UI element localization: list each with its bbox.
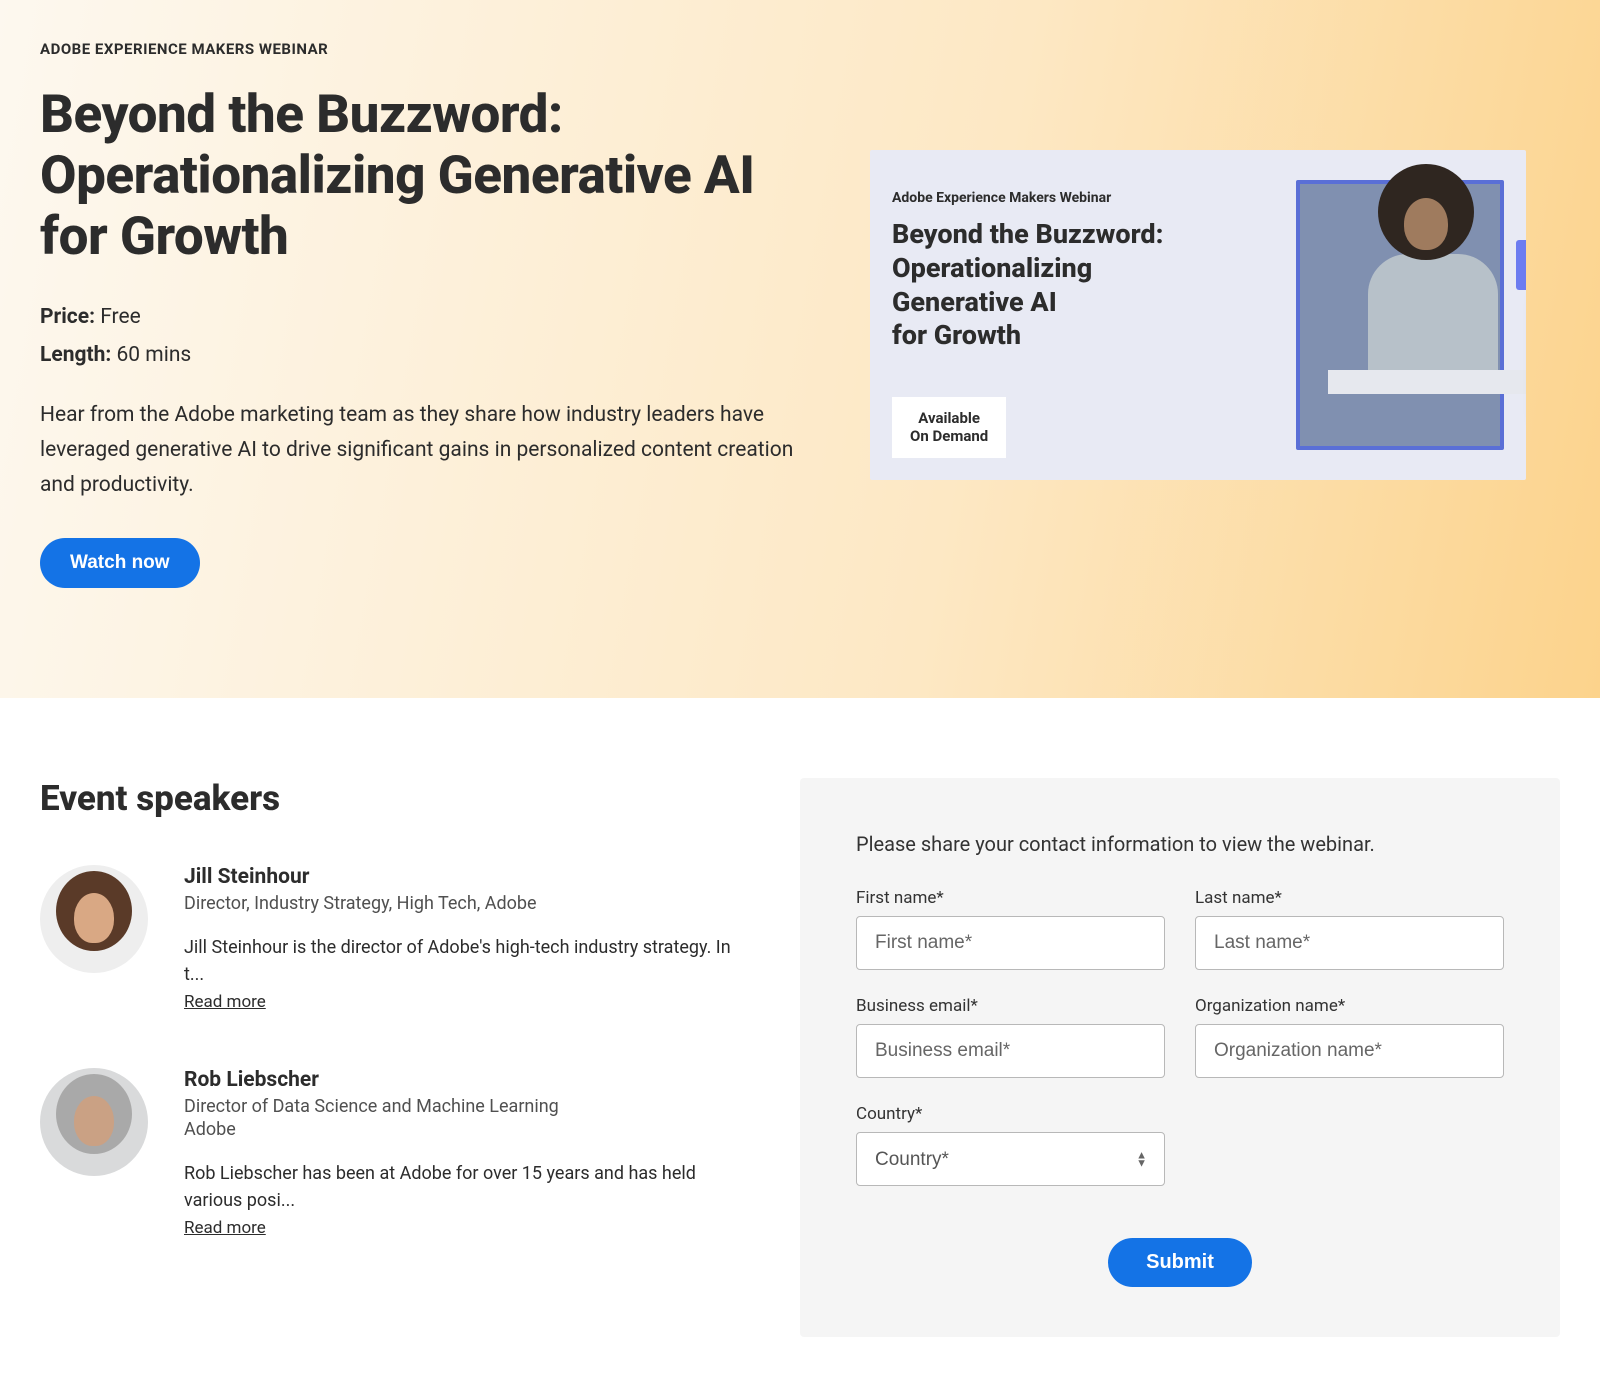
submit-button[interactable]: Submit [1108, 1238, 1252, 1287]
length-label: Length: [40, 343, 111, 367]
first-name-field[interactable] [856, 916, 1165, 970]
last-name-field-wrap: Last name* [1195, 888, 1504, 970]
speaker-bio: Jill Steinhour is the director of Adobe'… [184, 934, 740, 988]
bottom-section: Event speakers Jill Steinhour Director, … [0, 698, 1600, 1377]
avatar [40, 1068, 148, 1176]
speaker-role: Director, Industry Strategy, High Tech, … [184, 893, 740, 914]
card-title-line: Beyond the Buzzword: [892, 218, 1163, 252]
read-more-link[interactable]: Read more [184, 1218, 266, 1238]
speaker-company: Adobe [184, 1119, 740, 1140]
avatar [40, 865, 148, 973]
hero-right: Adobe Experience Makers Webinar Beyond t… [870, 40, 1530, 588]
speaker-card: Jill Steinhour Director, Industry Strate… [40, 865, 740, 1012]
promo-card: Adobe Experience Makers Webinar Beyond t… [870, 150, 1526, 480]
card-graphic: Generative AI enhanced operations Top pe… [1216, 150, 1526, 480]
hero-description: Hear from the Adobe marketing team as th… [40, 398, 810, 502]
read-more-link[interactable]: Read more [184, 992, 266, 1012]
badge-line: Available [910, 409, 988, 428]
hero-left: ADOBE EXPERIENCE MAKERS WEBINAR Beyond t… [40, 40, 810, 588]
speaker-role: Director of Data Science and Machine Lea… [184, 1096, 740, 1117]
last-name-field[interactable] [1195, 916, 1504, 970]
email-label: Business email* [856, 996, 1165, 1016]
organization-field[interactable] [1195, 1024, 1504, 1078]
org-field-wrap: Organization name* [1195, 996, 1504, 1078]
length-value: 60 mins [116, 343, 191, 367]
country-select[interactable]: Country* [856, 1132, 1165, 1186]
price-value: Free [100, 305, 141, 329]
email-field-wrap: Business email* [856, 996, 1165, 1078]
watch-now-button[interactable]: Watch now [40, 538, 200, 588]
card-title-line: Operationalizing [892, 252, 1163, 286]
speaker-bio: Rob Liebscher has been at Adobe for over… [184, 1160, 740, 1214]
registration-form: Please share your contact information to… [800, 778, 1560, 1337]
speakers-heading: Event speakers [40, 778, 740, 819]
hero-eyebrow: ADOBE EXPERIENCE MAKERS WEBINAR [40, 40, 810, 58]
country-field-wrap: Country* Country* ▲▼ [856, 1104, 1165, 1186]
country-label: Country* [856, 1104, 1165, 1124]
page-title: Beyond the Buzzword: Operationalizing Ge… [40, 84, 810, 267]
hero-meta: Price: Free Length: 60 mins [40, 299, 810, 375]
org-label: Organization name* [1195, 996, 1504, 1016]
speaker-card: Rob Liebscher Director of Data Science a… [40, 1068, 740, 1238]
first-name-label: First name* [856, 888, 1165, 908]
last-name-label: Last name* [1195, 888, 1504, 908]
speakers-column: Event speakers Jill Steinhour Director, … [40, 778, 740, 1337]
card-title: Beyond the Buzzword: Operationalizing Ge… [892, 218, 1163, 353]
hero-section: ADOBE EXPERIENCE MAKERS WEBINAR Beyond t… [0, 0, 1600, 698]
speaker-name: Jill Steinhour [184, 865, 740, 889]
card-eyebrow: Adobe Experience Makers Webinar [892, 190, 1163, 206]
person-illustration [1328, 164, 1518, 394]
first-name-field-wrap: First name* [856, 888, 1165, 970]
badge-line: On Demand [910, 427, 988, 446]
form-intro: Please share your contact information to… [856, 832, 1504, 856]
email-field[interactable] [856, 1024, 1165, 1078]
card-title-line: for Growth [892, 319, 1163, 353]
ai-pill: Generative AI enhanced operations [1516, 240, 1526, 290]
price-label: Price: [40, 305, 95, 329]
availability-badge: Available On Demand [892, 397, 1006, 459]
speaker-name: Rob Liebscher [184, 1068, 740, 1092]
card-title-line: Generative AI [892, 286, 1163, 320]
